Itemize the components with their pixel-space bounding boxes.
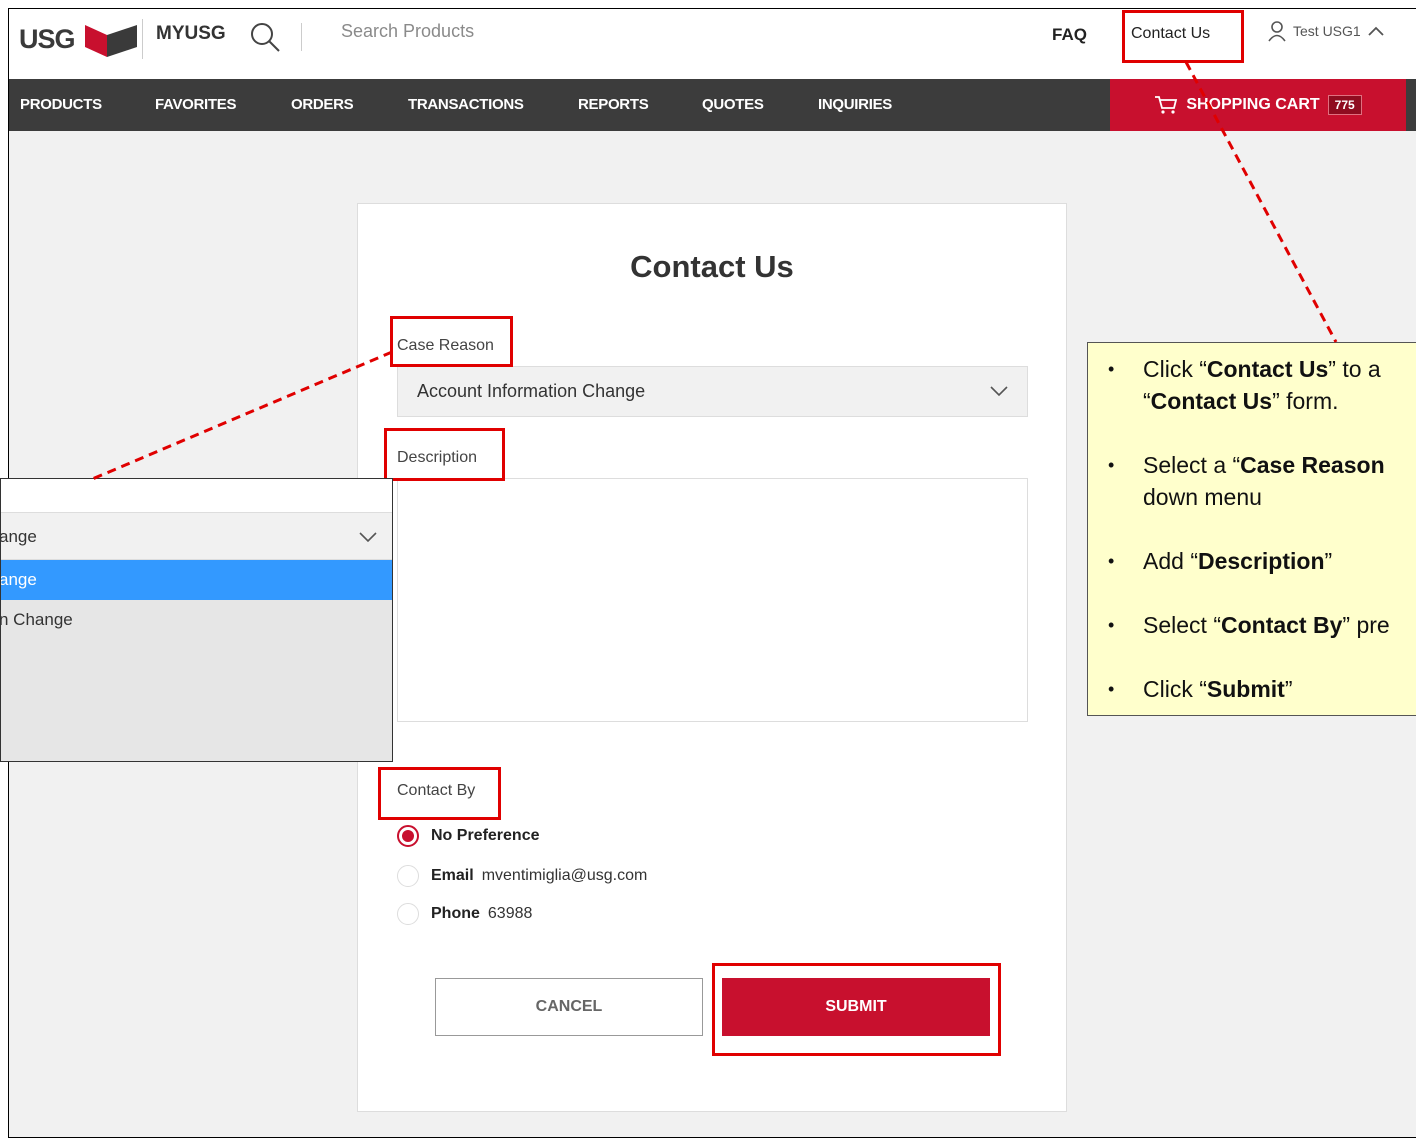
usg-logo[interactable]: USG [19,19,137,59]
chevron-up-icon [1368,26,1384,36]
header-divider [142,19,143,59]
app-name[interactable]: MYUSG [156,23,226,45]
nav-orders[interactable]: ORDERS [291,96,354,113]
option-name: No Preference [431,827,540,844]
callout-step-5: Click “Submit” [1088,673,1416,705]
user-menu[interactable]: Test USG1 [1267,20,1385,42]
dropdown-option-highlighted[interactable]: ange [1,560,392,600]
option-name: Email [431,867,474,884]
faq-link[interactable]: FAQ [1052,25,1087,45]
option-label: n Change [0,610,73,629]
radio-no-preference[interactable] [397,825,419,847]
option-value: 63988 [487,905,533,922]
nav-quotes[interactable]: QUOTES [702,96,764,113]
step-text: ” form. [1272,388,1339,414]
nav-transactions[interactable]: TRANSACTIONS [408,96,524,113]
radio-phone[interactable] [397,903,419,925]
page-title: Contact Us [630,249,794,284]
step-text: “ [1143,388,1151,414]
option-label: ange [0,570,37,589]
step-text: ” to a [1328,356,1381,382]
step-text: Click “ [1143,356,1207,382]
nav-inquiries[interactable]: INQUIRIES [818,96,892,113]
step-text: Select “ [1143,612,1221,638]
step-bold: Contact Us [1150,388,1273,414]
chevron-down-icon [990,386,1008,397]
callout-step-3: Add “Description” [1088,545,1416,577]
case-reason-value: Account Information Change [417,381,646,401]
inset-select[interactable]: ange [1,512,392,560]
nav-products[interactable]: PRODUCTS [20,96,102,113]
step-text: ” [1324,548,1333,574]
highlight-submit [712,963,1001,1056]
cart-count-badge: 775 [1327,95,1362,115]
highlight-contact-by [378,767,501,820]
cart-icon [1155,96,1178,114]
search-icon[interactable] [249,21,281,53]
radio-email[interactable] [397,865,419,887]
inset-select-value: ange [0,527,37,546]
nav-reports[interactable]: REPORTS [578,96,649,113]
step-bold: Contact By [1220,612,1343,638]
highlight-contact-us [1122,10,1244,63]
step-bold: Case Reason [1240,452,1385,478]
step-text: Add “ [1143,548,1198,574]
usg-logo-icon [85,25,137,57]
user-name: Test USG1 [1293,23,1361,39]
contact-option-phone[interactable]: Phone 63988 [397,903,532,925]
nav-favorites[interactable]: FAVORITES [155,96,237,113]
step-text: ” [1284,676,1293,702]
callout-step-1: Click “Contact Us” to a “Contact Us” for… [1088,353,1416,417]
shopping-cart-button[interactable]: SHOPPING CART 775 [1110,79,1406,131]
logo-text: USG [19,23,76,54]
step-bold: Description [1197,548,1325,574]
step-text: down menu [1143,484,1262,510]
main-nav: PRODUCTS FAVORITES ORDERS TRANSACTIONS R… [9,79,1416,131]
callout-step-2: Select a “Case Reason down menu [1088,449,1416,513]
search-divider [301,23,302,51]
step-bold: Submit [1206,676,1285,702]
description-textarea[interactable] [397,478,1028,722]
dropdown-zoom-inset: ange ange n Change [0,478,393,762]
contact-option-email[interactable]: Email mventimiglia@usg.com [397,865,647,887]
dropdown-option[interactable]: n Change [1,600,392,640]
user-icon [1268,21,1286,42]
step-text: ” pre [1342,612,1390,638]
highlight-description [384,428,505,481]
highlight-case-reason [390,316,513,367]
chevron-down-icon [359,532,377,543]
step-bold: Contact Us [1206,356,1329,382]
callout-step-4: Select “Contact By” pre [1088,609,1416,641]
option-value: mventimiglia@usg.com [481,867,648,884]
contact-option-no-preference[interactable]: No Preference [397,825,540,847]
search-input[interactable] [339,20,843,43]
cancel-button[interactable]: CANCEL [435,978,703,1036]
instruction-callout: Click “Contact Us” to a “Contact Us” for… [1087,342,1416,716]
case-reason-select[interactable]: Account Information Change [397,366,1028,417]
option-name: Phone [431,905,480,922]
cart-label: SHOPPING CART [1186,96,1320,113]
step-text: Select a “ [1143,452,1241,478]
step-text: Click “ [1143,676,1207,702]
inset-header [1,479,392,512]
